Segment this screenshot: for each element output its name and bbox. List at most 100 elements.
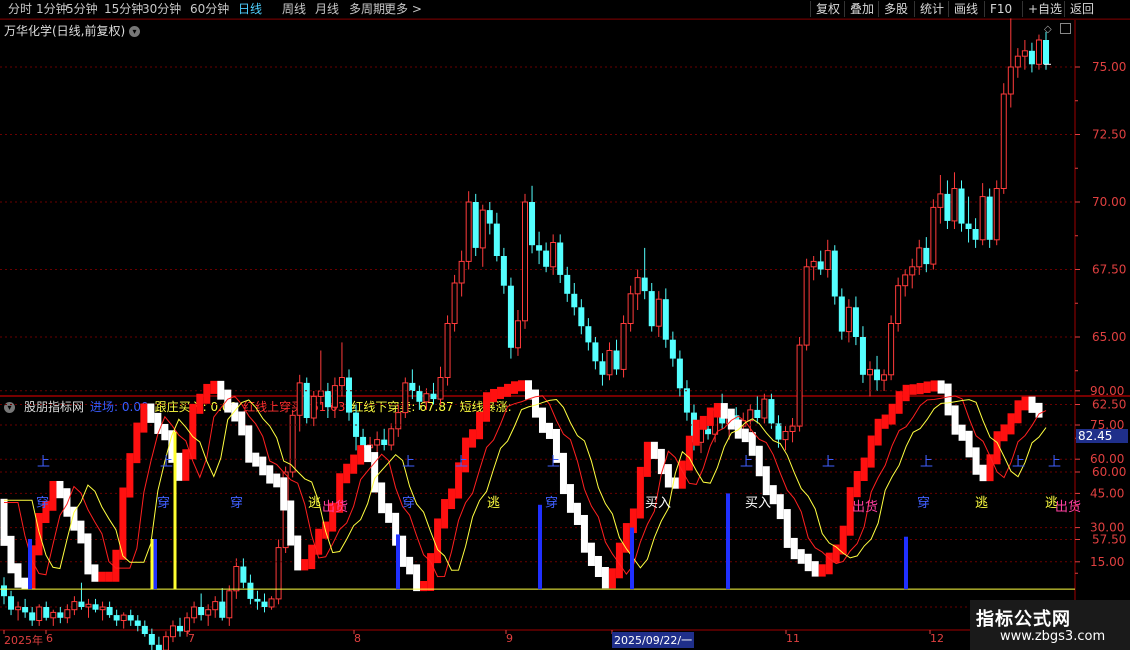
- candle-body: [479, 209, 486, 249]
- indicator-band-block: [923, 381, 931, 393]
- signal-mark: 上: [455, 455, 468, 470]
- signal-mark: 出货: [852, 499, 878, 515]
- indicator-band-block: [594, 555, 602, 577]
- indicator-band-block: [867, 435, 875, 468]
- candle-body: [310, 395, 317, 419]
- candle-body: [874, 369, 881, 381]
- candle-body: [655, 298, 662, 327]
- indicator-band-block: [573, 502, 581, 525]
- indicator-band-block: [7, 535, 15, 574]
- entry-bar: [28, 539, 32, 590]
- indicator-band-block: [902, 384, 910, 402]
- candle-body: [1043, 40, 1049, 65]
- candle-body: [64, 609, 71, 619]
- candle-body: [648, 291, 655, 327]
- candle-body: [571, 293, 578, 308]
- indicator-band-block: [853, 471, 861, 498]
- indicator-band-block: [699, 415, 707, 430]
- signal-mark: 上: [822, 455, 835, 470]
- candle-body: [944, 193, 951, 221]
- indicator-band-block: [476, 411, 484, 440]
- indicator-band-block: [538, 407, 546, 433]
- indicator-band-block: [965, 430, 973, 458]
- indicator-band-block: [490, 388, 498, 403]
- candle-body: [120, 614, 127, 621]
- candle-body: [148, 634, 155, 645]
- candle-body: [43, 607, 50, 618]
- indicator-band-block: [608, 568, 616, 589]
- candle-body: [451, 282, 458, 324]
- indicator-band-block: [1014, 400, 1022, 424]
- indicator-band-block: [287, 500, 295, 546]
- candle-body: [754, 409, 761, 418]
- signal-mark: 逃: [308, 496, 321, 511]
- indicator-band-block: [434, 518, 442, 564]
- candle-body: [1007, 66, 1014, 95]
- candle-body: [458, 260, 465, 284]
- indicator-band-block: [797, 549, 805, 564]
- candle-body: [1028, 50, 1035, 65]
- indicator-band-block: [147, 403, 155, 423]
- candle-body: [986, 196, 993, 240]
- indicator-band-block: [1021, 396, 1029, 411]
- candle-body: [522, 201, 528, 322]
- candle-body: [331, 385, 338, 408]
- candle-body: [198, 607, 205, 616]
- candle-body: [409, 382, 416, 391]
- candle-body: [212, 601, 219, 611]
- candle-body: [254, 598, 261, 602]
- candle-body: [240, 566, 247, 583]
- indicator-band-block: [720, 403, 728, 419]
- signal-mark: 上: [160, 455, 173, 470]
- date-label-7: 12: [930, 632, 944, 645]
- indicator-band-block: [497, 386, 505, 399]
- candle-body: [1014, 55, 1021, 68]
- candle-body: [395, 412, 402, 430]
- candle-body: [768, 399, 775, 424]
- candle-body: [550, 242, 557, 268]
- indicator-band-block: [448, 488, 456, 510]
- indicator-band-block: [119, 487, 127, 560]
- indicator-band-block: [84, 533, 92, 575]
- signal-mark: 买入: [645, 496, 671, 511]
- candle-body: [810, 260, 817, 268]
- candle-body: [838, 296, 845, 332]
- signal-mark: 买入: [745, 496, 771, 511]
- indicator-band-block: [224, 389, 232, 413]
- signal-mark: 上: [547, 455, 560, 470]
- candle-body: [338, 377, 345, 387]
- candle-body: [99, 606, 106, 611]
- indicator-band-block: [741, 428, 749, 443]
- candle-body: [15, 606, 22, 611]
- candle-body: [219, 601, 226, 618]
- candle-body: [557, 242, 564, 275]
- signal-mark: 上: [402, 455, 415, 470]
- indicator-band-block: [881, 414, 889, 429]
- candle-body: [169, 625, 176, 638]
- signal-mark: 穿: [545, 495, 558, 511]
- chart-canvas: 75.0072.5070.0067.5065.0062.5060.0057.50…: [0, 18, 1130, 650]
- entry-bar: [630, 527, 634, 590]
- indicator-band-block: [643, 441, 651, 477]
- indicator-band-block: [839, 525, 847, 555]
- candle-body: [345, 377, 352, 413]
- candle-body: [261, 601, 268, 607]
- candle-body: [444, 323, 451, 378]
- indicator-band-block: [986, 454, 994, 482]
- candle-body: [127, 615, 134, 621]
- indicator-band-block: [531, 389, 539, 418]
- indicator-band-block: [713, 403, 721, 418]
- indicator-band-block: [650, 441, 658, 459]
- signal-mark: 穿: [230, 495, 243, 511]
- indicator-band-block: [140, 403, 148, 433]
- indicator-band-block: [909, 384, 917, 395]
- candle-body: [22, 607, 29, 613]
- indicator-band-block: [762, 466, 770, 496]
- date-label-3: 8: [354, 632, 361, 645]
- signal-mark: 穿: [157, 495, 170, 511]
- candle-body: [965, 223, 972, 229]
- candle-body: [141, 625, 148, 634]
- indicator-band-block: [105, 571, 113, 582]
- indicator-band-block: [636, 466, 644, 519]
- candle-body: [817, 261, 824, 270]
